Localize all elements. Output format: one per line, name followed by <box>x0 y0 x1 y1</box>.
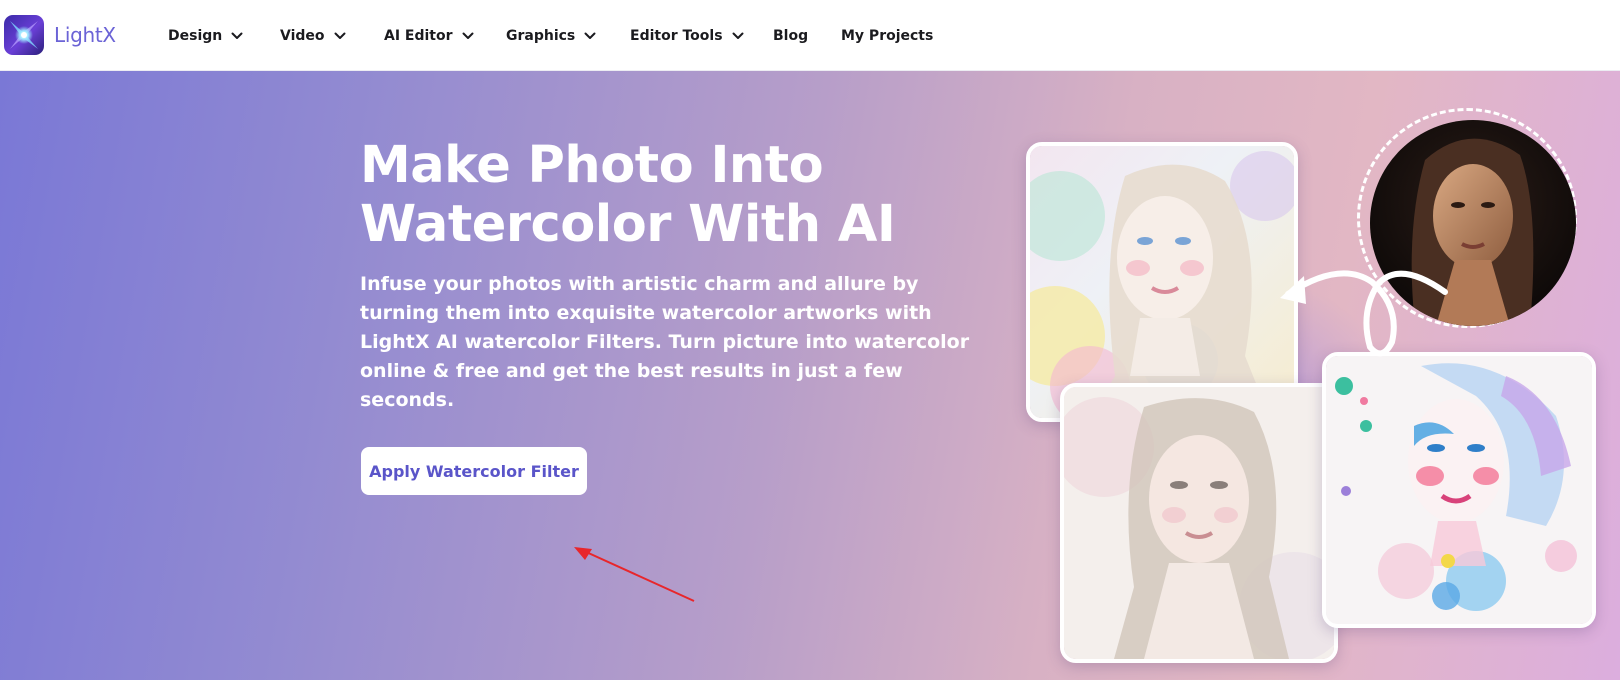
curved-arrow-icon <box>1280 270 1448 357</box>
lightx-logo-icon[interactable] <box>4 15 44 55</box>
watercolor-portrait-image <box>1326 356 1592 624</box>
watercolor-portrait-image <box>1030 146 1294 418</box>
nav-item-label: Editor Tools <box>630 28 723 44</box>
nav-item-video[interactable]: Video <box>280 26 346 46</box>
hero-title-line-2: Watercolor With AI <box>360 195 896 254</box>
chevron-down-icon <box>462 32 474 39</box>
hero-title: Make Photo Into Watercolor With AI <box>360 136 980 254</box>
hero-description: Infuse your photos with artistic charm a… <box>360 273 970 411</box>
watercolor-portrait-image <box>1064 387 1334 659</box>
chevron-down-icon <box>231 32 243 39</box>
chevron-down-icon <box>334 32 346 39</box>
watercolor-portrait-card-3 <box>1322 352 1596 628</box>
apply-watercolor-filter-button[interactable]: Apply Watercolor Filter <box>361 447 587 495</box>
brand-name[interactable]: LightX <box>54 23 116 47</box>
nav-item-my-projects[interactable]: My Projects <box>841 26 933 46</box>
nav-item-blog[interactable]: Blog <box>773 26 808 46</box>
nav-item-graphics[interactable]: Graphics <box>506 26 596 46</box>
nav-item-label: AI Editor <box>384 28 453 44</box>
nav-item-label: Video <box>280 28 325 44</box>
watercolor-portrait-card-2 <box>1060 383 1338 663</box>
nav-item-label: Blog <box>773 28 809 44</box>
top-navigation-bar: LightX Design Video AI Editor Graphics E… <box>0 0 1620 71</box>
nav-item-ai-editor[interactable]: AI Editor <box>384 26 474 46</box>
watercolor-portrait-card-1 <box>1026 142 1298 422</box>
nav-item-label: Design <box>168 28 223 44</box>
red-annotation-arrow-icon <box>574 547 695 602</box>
nav-item-label: My Projects <box>841 28 934 44</box>
nav-item-label: Graphics <box>506 28 576 44</box>
chevron-down-icon <box>584 32 596 39</box>
chevron-down-icon <box>732 32 744 39</box>
hero-title-line-1: Make Photo Into <box>360 136 824 195</box>
nav-item-design[interactable]: Design <box>168 26 243 46</box>
nav-item-editor-tools[interactable]: Editor Tools <box>630 26 744 46</box>
